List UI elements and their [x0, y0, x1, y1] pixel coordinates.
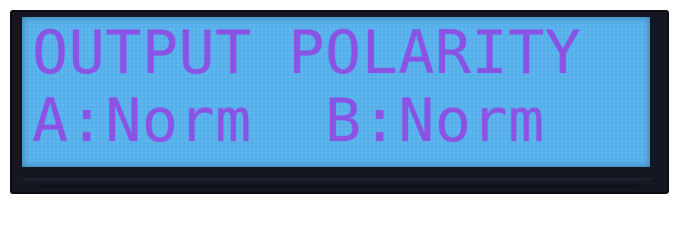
lcd-line-1: OUTPUT POLARITY: [32, 18, 582, 88]
lcd-line-2: A:Norm B:Norm: [32, 86, 545, 156]
lcd-screen: OUTPUT POLARITY A:Norm B:Norm: [22, 17, 650, 167]
lcd-bottom-edge: [20, 178, 654, 188]
